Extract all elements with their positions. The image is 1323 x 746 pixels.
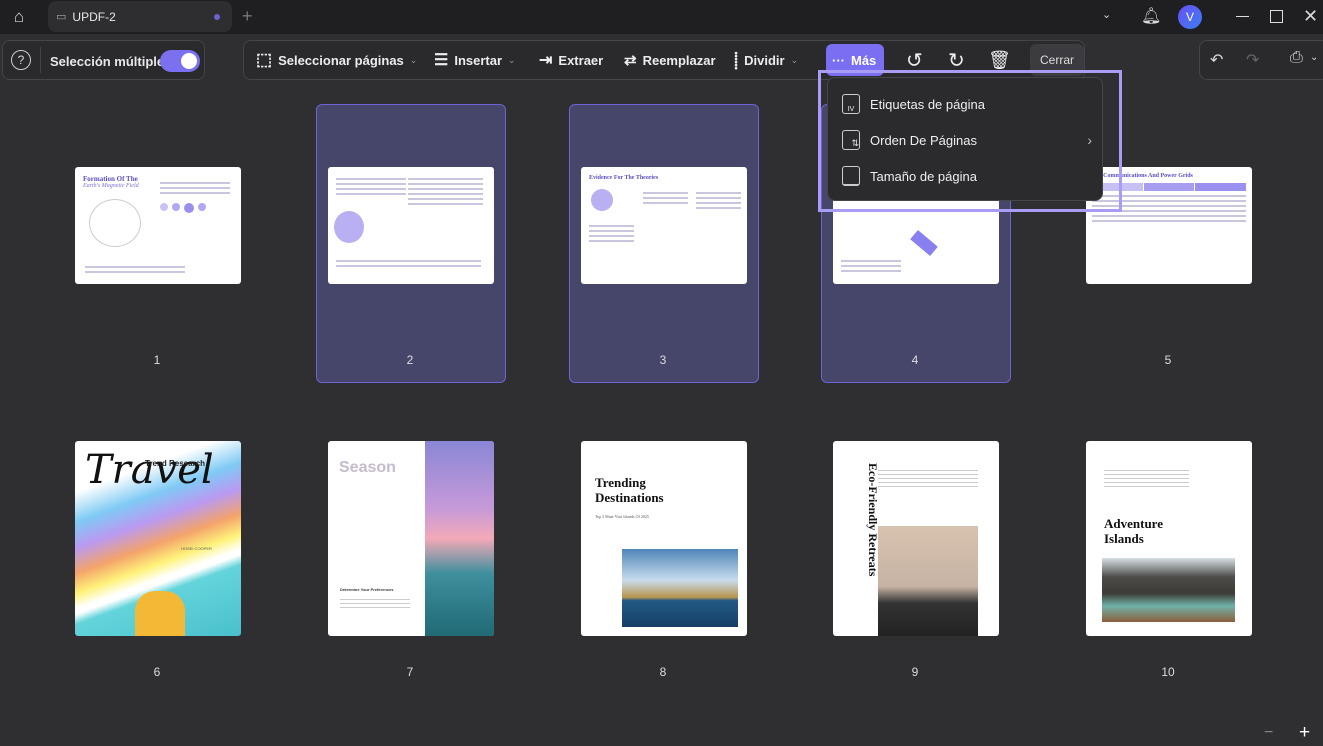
page-thumbnail-1[interactable]: Formation Of The Earth's Magnetic Field — [75, 167, 241, 284]
page-number: 3 — [659, 353, 667, 367]
page-thumbnail-8[interactable]: Trending Destinations Top 5 Must-Visit I… — [581, 441, 747, 636]
page-number: 1 — [153, 353, 161, 367]
unsaved-dot — [214, 14, 220, 20]
chevron-down-icon[interactable]: ⌄ — [1102, 8, 1111, 21]
page-number: 9 — [911, 665, 919, 679]
page-thumbnail-5[interactable]: llite Communications And Power Grids — [1086, 167, 1252, 284]
maximize-icon[interactable] — [1270, 10, 1283, 23]
page-thumbnail-10[interactable]: Adventure Islands — [1086, 441, 1252, 636]
more-button[interactable]: ··· Más — [826, 44, 884, 76]
save-chevron-icon[interactable]: ⌄ — [1310, 52, 1318, 63]
bell-icon[interactable]: 🔔︎ — [1141, 6, 1161, 26]
redo-icon[interactable]: ↷ — [1246, 50, 1259, 70]
extract-button[interactable]: ⇥ Extraer — [533, 44, 609, 76]
title-bar: ⌂ ▭ UPDF-2 + ⌄ 🔔︎ V ✕ — [0, 0, 1323, 34]
page-number: 2 — [406, 353, 414, 367]
more-dots-icon: ··· — [832, 52, 845, 68]
new-tab-icon[interactable]: + — [242, 6, 253, 27]
zoom-in-button[interactable]: + — [1299, 722, 1310, 744]
menu-item-page-labels[interactable]: IV Etiquetas de página — [842, 89, 1092, 119]
page-number: 5 — [1164, 353, 1172, 367]
page-label-icon: IV — [842, 94, 860, 114]
delete-button[interactable]: 🗑︎ — [982, 44, 1017, 76]
split-icon: ⸽ — [734, 53, 739, 70]
multi-select-group: ? Selección múltiple — [2, 40, 205, 80]
split-button[interactable]: ⸽ Dividir ⌄ — [728, 44, 804, 76]
page-thumbnail-2[interactable] — [328, 167, 494, 284]
page-thumbnail-6[interactable]: Travel Trend Research HOSEI COOPER — [75, 441, 241, 636]
home-icon[interactable]: ⌂ — [8, 7, 30, 27]
cursor-select-icon: ⬚ — [256, 50, 273, 69]
menu-item-page-size[interactable]: Tamaño de página — [842, 161, 1092, 191]
page-thumbnail-7[interactable]: Season Determine Your Preferences — [328, 441, 494, 636]
save-icon[interactable]: ⎙ — [1290, 49, 1303, 67]
undo-icon[interactable]: ↶ — [1210, 50, 1223, 70]
rotate-right-button[interactable]: ↻ — [942, 44, 971, 76]
trash-icon: 🗑︎ — [988, 49, 1011, 70]
extract-icon: ⇥ — [539, 52, 553, 69]
page-number: 10 — [1161, 665, 1175, 679]
page-number: 7 — [406, 665, 414, 679]
close-button[interactable]: Cerrar — [1030, 44, 1085, 76]
page-order-icon: ⇅ — [842, 130, 860, 150]
monitor-icon: ▭ — [56, 11, 67, 23]
multi-select-label: Selección múltiple — [50, 54, 165, 69]
page-thumbnail-3[interactable]: Evidence For The Theories — [581, 167, 747, 284]
zoom-out-button[interactable]: − — [1264, 724, 1273, 742]
rotate-left-icon: ↺ — [906, 49, 923, 72]
more-menu: IV Etiquetas de página ⇅ Orden De Páginas ›… — [827, 77, 1103, 201]
tab-title: UPDF-2 — [72, 9, 116, 24]
minimize-icon[interactable] — [1236, 16, 1249, 17]
document-tab[interactable]: ▭ UPDF-2 — [48, 1, 232, 32]
page-number: 6 — [153, 665, 161, 679]
history-group: ↶ ↷ ⎙ ⌄ — [1199, 40, 1323, 80]
page-number: 8 — [659, 665, 667, 679]
select-pages-button[interactable]: ⬚ Seleccionar páginas ⌄ — [250, 44, 423, 76]
replace-button[interactable]: ⇄ Reemplazar — [618, 44, 722, 76]
insert-icon: ☰ — [434, 52, 449, 69]
menu-item-page-order[interactable]: ⇅ Orden De Páginas › — [842, 125, 1092, 155]
chevron-right-icon: › — [1087, 132, 1092, 148]
rotate-right-icon: ↻ — [948, 49, 965, 72]
page-thumbnail-9[interactable]: Eco-Friendly Retreats — [833, 441, 999, 636]
avatar[interactable]: V — [1178, 5, 1202, 29]
replace-icon: ⇄ — [624, 52, 637, 69]
close-window-icon[interactable]: ✕ — [1303, 6, 1318, 27]
insert-button[interactable]: ☰ Insertar ⌄ — [428, 44, 522, 76]
rotate-left-button[interactable]: ↺ — [900, 44, 929, 76]
multi-select-toggle[interactable] — [160, 50, 200, 72]
help-icon[interactable]: ? — [11, 50, 31, 70]
page-size-icon — [842, 166, 860, 186]
page-number: 4 — [911, 353, 919, 367]
